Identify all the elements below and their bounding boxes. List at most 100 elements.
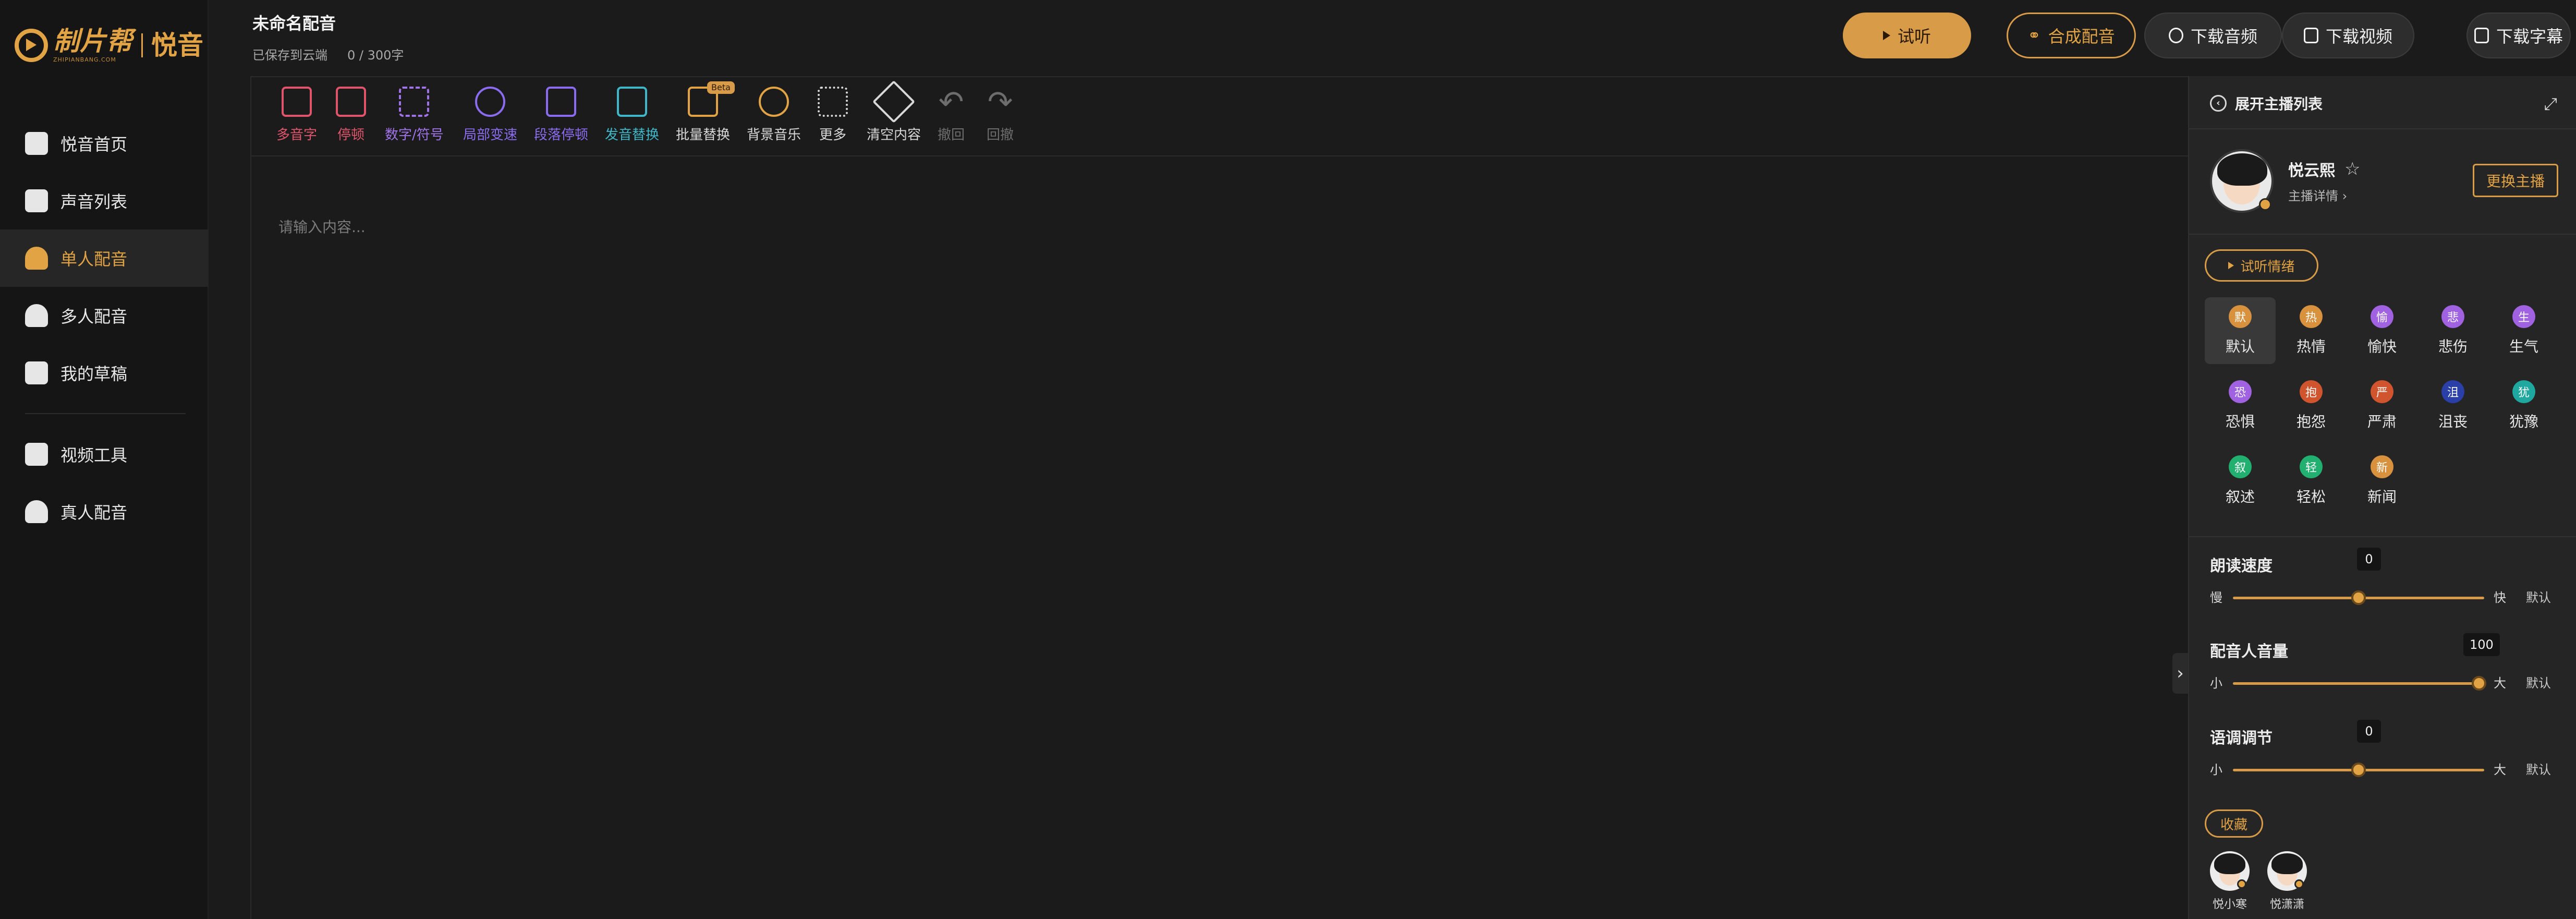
- download-subtitle-button[interactable]: 下载字幕: [2466, 13, 2571, 58]
- tool-polyphone[interactable]: 多音字: [276, 87, 317, 143]
- slider-track[interactable]: [2233, 590, 2484, 605]
- sidebar-item-home[interactable]: 悦音首页: [0, 115, 209, 172]
- download-audio-button[interactable]: 下载音频: [2144, 13, 2282, 58]
- emotion-option[interactable]: 默默认: [2205, 297, 2276, 364]
- slider-label: 语调调节: [2210, 729, 2273, 747]
- preview-button[interactable]: 试听: [1843, 13, 1971, 58]
- tool-clear-content[interactable]: 清空内容: [867, 80, 921, 143]
- avatar-hair: [2214, 853, 2245, 874]
- emotion-label: 严肃: [2367, 413, 2397, 430]
- chevron-right-icon: ›: [2342, 189, 2348, 203]
- music-note-icon: [25, 132, 48, 155]
- slider-min-label: 慢: [2210, 590, 2222, 605]
- tool-paragraph-pause[interactable]: 段落停顿: [534, 87, 588, 143]
- tool-undo[interactable]: ↶ 撤回: [938, 87, 965, 143]
- emotion-label: 悲伤: [2438, 338, 2468, 355]
- tool-label: 撤回: [938, 127, 965, 143]
- shrink-icon[interactable]: ⤢: [2544, 94, 2557, 114]
- emotion-option[interactable]: 悲悲伤: [2417, 297, 2488, 364]
- favorites-tab[interactable]: 收藏: [2205, 809, 2263, 838]
- emotion-label: 恐惧: [2225, 413, 2255, 430]
- favorite-anchor[interactable]: 悦潇潇: [2267, 851, 2307, 912]
- document-title[interactable]: 未命名配音: [252, 10, 336, 34]
- star-icon[interactable]: ☆: [2344, 159, 2360, 179]
- tool-pronunciation-replace[interactable]: 发音替换: [605, 87, 659, 143]
- tool-label: 回撤: [987, 127, 1014, 143]
- chevron-left-circle-icon: ‹: [2210, 95, 2227, 112]
- emotion-option[interactable]: 生生气: [2488, 297, 2559, 364]
- more-grid-icon: [818, 87, 848, 117]
- subtitle-file-icon: [2474, 28, 2489, 43]
- single-person-icon: [25, 247, 48, 270]
- change-anchor-button[interactable]: 更换主播: [2473, 164, 2558, 197]
- tool-redo[interactable]: ↷ 回撤: [987, 87, 1014, 143]
- slider-thumb[interactable]: [2351, 763, 2366, 777]
- logo-brand: 制片帮: [53, 26, 133, 56]
- emotion-icon: 热: [2300, 305, 2323, 328]
- replace-icon: [617, 87, 647, 117]
- download-video-button[interactable]: 下载视频: [2282, 13, 2414, 58]
- editor-area: 多音字 停顿 数字/符号 局部变速 段落停顿 发音替换 Beta 批量替换 背景…: [250, 76, 2191, 919]
- tool-background-music[interactable]: 背景音乐: [747, 87, 801, 143]
- text-input[interactable]: 请输入内容...: [278, 216, 366, 237]
- expand-anchor-list[interactable]: ‹ 展开主播列表: [2210, 93, 2323, 114]
- tool-local-speed[interactable]: 局部变速: [463, 87, 517, 143]
- anchor-name: 悦云熙: [2288, 162, 2335, 180]
- slider-track[interactable]: [2233, 676, 2487, 691]
- emotion-option[interactable]: 严严肃: [2347, 372, 2417, 439]
- slider-row: 慢 快 默认: [2210, 587, 2565, 608]
- sidebar-item-voice-list[interactable]: 声音列表: [0, 172, 209, 229]
- tool-pause[interactable]: 停顿: [336, 87, 366, 143]
- emotion-icon: 愉: [2371, 305, 2393, 328]
- slider-track[interactable]: [2233, 763, 2484, 777]
- panel-divider: [2189, 234, 2576, 235]
- anchor-detail-link[interactable]: 主播详情 ›: [2288, 186, 2347, 204]
- emotion-icon: 恐: [2229, 380, 2252, 403]
- sidebar-item-video-tools[interactable]: 视频工具: [0, 426, 209, 483]
- emotion-option[interactable]: 抱抱怨: [2276, 372, 2347, 439]
- emotion-option[interactable]: 轻轻松: [2276, 448, 2347, 514]
- favorite-anchor[interactable]: 悦小寒: [2210, 851, 2250, 912]
- slider-reset-default[interactable]: 默认: [2526, 673, 2551, 694]
- avatar-hair: [2271, 853, 2303, 874]
- app-root: 制片帮 ZHIPIANBANG.COM 悦音 悦音首页 声音列表 单人配音 多人…: [0, 0, 2576, 919]
- panel-collapse-toggle[interactable]: ›: [2172, 653, 2188, 694]
- slider-reset-default[interactable]: 默认: [2526, 587, 2551, 608]
- emotion-label: 犹豫: [2509, 413, 2538, 430]
- sidebar-item-single-dubbing[interactable]: 单人配音: [0, 229, 209, 287]
- logo-text: 制片帮 ZHIPIANBANG.COM: [53, 27, 133, 63]
- emotion-option[interactable]: 叙叙述: [2205, 448, 2276, 514]
- sidebar-item-drafts[interactable]: 我的草稿: [0, 344, 209, 402]
- slider-thumb[interactable]: [2472, 676, 2487, 691]
- slider-reset-default[interactable]: 默认: [2526, 759, 2551, 780]
- emotion-icon: 严: [2371, 380, 2393, 403]
- synthesize-button[interactable]: ⚭ 合成配音: [2007, 13, 2136, 58]
- chevron-right-icon: ›: [2177, 663, 2184, 684]
- emotion-label: 默认: [2225, 338, 2255, 355]
- tool-batch-replace[interactable]: Beta 批量替换: [676, 81, 735, 143]
- tool-label: 更多: [819, 127, 846, 143]
- emotion-label: 热情: [2296, 338, 2326, 355]
- video-file-icon: [2303, 28, 2318, 43]
- sidebar-item-real-person[interactable]: 真人配音: [0, 483, 209, 540]
- sidebar: 制片帮 ZHIPIANBANG.COM 悦音 悦音首页 声音列表 单人配音 多人…: [0, 0, 209, 919]
- play-icon: [2228, 262, 2234, 269]
- emotion-option[interactable]: 新新闻: [2347, 448, 2417, 514]
- slider-value: 100: [2463, 633, 2500, 656]
- sidebar-item-multi-dubbing[interactable]: 多人配音: [0, 287, 209, 344]
- emotion-option[interactable]: 愉愉快: [2347, 297, 2417, 364]
- emotion-option[interactable]: 沮沮丧: [2417, 372, 2488, 439]
- emotion-option[interactable]: 恐恐惧: [2205, 372, 2276, 439]
- tool-number-symbol[interactable]: 数字/符号: [385, 87, 444, 143]
- preview-emotion-button[interactable]: 试听情绪: [2205, 249, 2318, 282]
- emotion-option[interactable]: 热热情: [2276, 297, 2347, 364]
- multi-person-icon: [25, 304, 48, 327]
- panel-divider: [2189, 128, 2576, 129]
- draft-icon: [25, 361, 48, 384]
- tool-label: 清空内容: [867, 127, 921, 143]
- logo[interactable]: 制片帮 ZHIPIANBANG.COM 悦音: [15, 27, 203, 63]
- tool-more[interactable]: 更多: [818, 87, 848, 143]
- slider-thumb[interactable]: [2351, 590, 2366, 605]
- emotion-option[interactable]: 犹犹豫: [2488, 372, 2559, 439]
- headphones-icon: ⚭: [2027, 26, 2041, 45]
